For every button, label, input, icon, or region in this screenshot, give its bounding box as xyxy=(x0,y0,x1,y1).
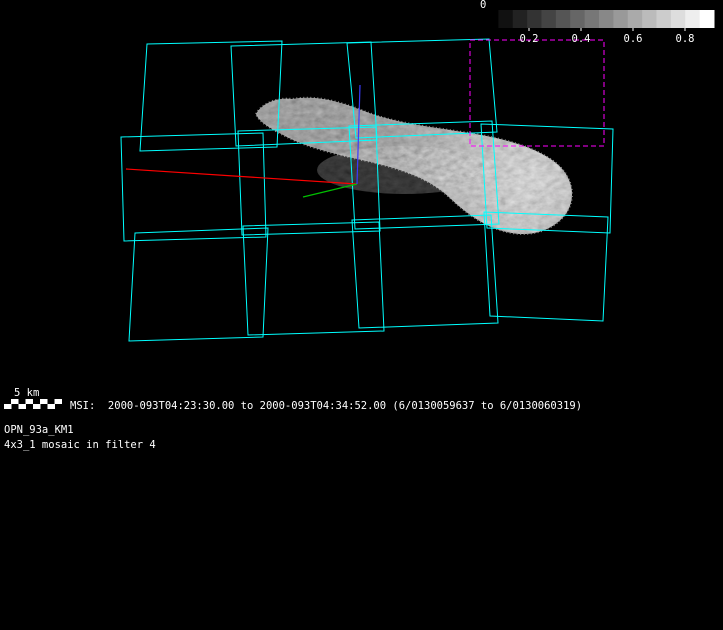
mosaic-planning-view: 0 0.2 0.4 0.6 0.8 5 km MSI: 2000-093T04:23:… xyxy=(0,0,723,630)
colorbar-band xyxy=(498,10,513,28)
colorbar-band xyxy=(628,10,643,28)
colorbar-band xyxy=(556,10,571,28)
colorbar-tick-labels: 0.2 0.4 0.6 0.8 xyxy=(520,28,695,45)
colorbar-band xyxy=(570,10,585,28)
colorbar-band xyxy=(513,10,528,28)
colorbar-band xyxy=(657,10,672,28)
colorbar-band xyxy=(613,10,628,28)
y-axis-line xyxy=(303,184,357,197)
colorbar-band xyxy=(685,10,700,28)
colorbar-band xyxy=(484,10,499,28)
colorbar-band xyxy=(599,10,614,28)
colorbar-band xyxy=(700,10,715,28)
observation-time-range: MSI: 2000-093T04:23:30.00 to 2000-093T04… xyxy=(70,400,582,412)
colorbar-tick-label: 0.4 xyxy=(572,33,591,45)
observation-id: OPN_93a_KM1 xyxy=(4,424,74,436)
scalebar-label: 5 km xyxy=(14,387,39,399)
colorbar-band xyxy=(542,10,557,28)
colorbar-band xyxy=(671,10,686,28)
colorbar-tick-label: 0.2 xyxy=(520,33,539,45)
colorbar-min-label: 0 xyxy=(480,0,486,11)
mosaic-description: 4x3_1 mosaic in filter 4 xyxy=(4,439,156,451)
colorbar-band xyxy=(642,10,657,28)
colorbar-band xyxy=(527,10,542,28)
colorbar-gradient-bands xyxy=(484,10,715,28)
colorbar-band xyxy=(585,10,600,28)
colorbar-tick-label: 0.8 xyxy=(676,33,695,45)
scene-canvas: 0 0.2 0.4 0.6 0.8 xyxy=(0,0,723,630)
footprint-outline xyxy=(352,215,498,328)
scalebar-checker xyxy=(4,399,62,409)
colorbar-tick-label: 0.6 xyxy=(624,33,643,45)
colorbar: 0 0.2 0.4 0.6 0.8 xyxy=(480,0,715,45)
